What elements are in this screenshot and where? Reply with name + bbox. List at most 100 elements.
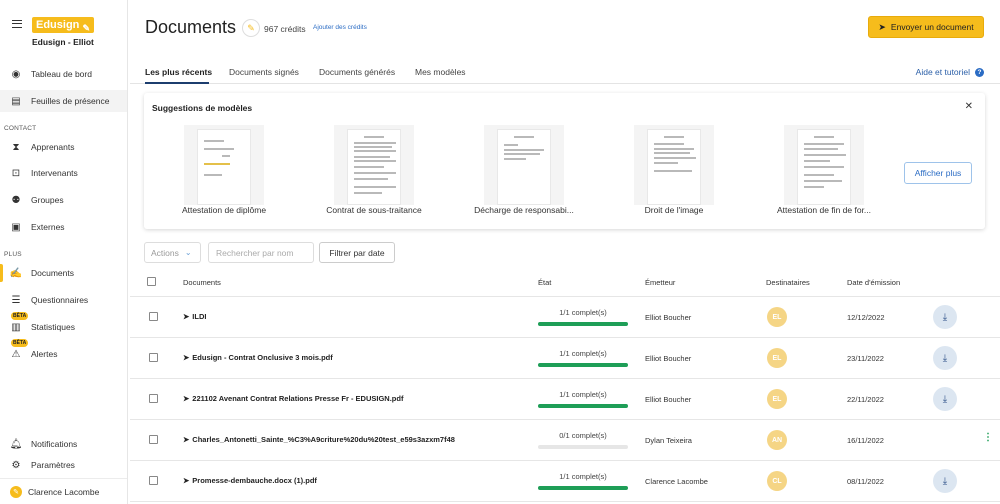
table-row[interactable]: ➤ 221102 Avenant Contrat Relations Presse… (130, 379, 1000, 420)
sidebar-item-label: Notifications (31, 439, 78, 449)
document-name[interactable]: ➤ ILDI (183, 312, 206, 321)
row-checkbox[interactable] (149, 476, 158, 485)
sidebar-item-label: Groupes (31, 195, 64, 205)
sidebar-item-statistics[interactable]: ▥ Statistiques (0, 316, 127, 338)
row-checkbox[interactable] (149, 353, 158, 362)
document-name[interactable]: ➤ 221102 Avenant Contrat Relations Presse… (183, 394, 403, 403)
tab-templates[interactable]: Mes modèles (415, 67, 466, 77)
active-tab-indicator (145, 82, 209, 84)
download-button[interactable]: ⤓ (933, 387, 957, 411)
document-name[interactable]: ➤ Charles_Antonetti_Sainte_%C3%A9criture%… (183, 435, 455, 444)
download-button[interactable]: ⤓ (933, 469, 957, 493)
sidebar-item-label: Documents (31, 268, 74, 278)
download-button[interactable]: ⤓ (933, 305, 957, 329)
column-header-date[interactable]: Date d'émission (847, 278, 900, 287)
issue-date: 23/11/2022 (847, 354, 884, 363)
progress-bar (538, 445, 628, 449)
document-name[interactable]: ➤ Promesse-dembauche.docx (1).pdf (183, 476, 317, 485)
help-link[interactable]: Aide et tutoriel? (916, 67, 984, 77)
tab-signed[interactable]: Documents signés (229, 67, 299, 77)
row-checkbox[interactable] (149, 394, 158, 403)
issue-date: 08/11/2022 (847, 477, 884, 486)
table-row[interactable]: ➤ Edusign - Contrat Onclusive 3 mois.pdf … (130, 338, 1000, 379)
sidebar-item-settings[interactable]: ⚙ Paramètres (0, 454, 127, 476)
close-icon[interactable]: ✕ (965, 101, 973, 112)
more-options-icon[interactable]: ⋮ (983, 432, 993, 443)
template-label[interactable]: Attestation de diplôme (154, 205, 294, 215)
table-row[interactable]: ➤ Charles_Antonetti_Sainte_%C3%A9criture%… (130, 420, 1000, 461)
template-thumbnail[interactable] (634, 125, 714, 205)
avatar[interactable]: EL (767, 348, 787, 368)
document-name[interactable]: ➤ Edusign - Contrat Onclusive 3 mois.pdf (183, 353, 333, 362)
sidebar-item-label: Apprenants (31, 142, 75, 152)
search-input[interactable] (208, 242, 314, 263)
sidebar-item-alerts[interactable]: ⚠ Alertes (0, 343, 127, 365)
template-suggestions-card: Suggestions de modèles ✕ Attestation de … (144, 93, 985, 229)
template-thumbnail[interactable] (184, 125, 264, 205)
sidebar-item-label: Tableau de bord (31, 69, 92, 79)
globe-icon: ◉ (11, 68, 21, 80)
document-icon: ▤ (11, 95, 21, 107)
tab-generated[interactable]: Documents générés (319, 67, 395, 77)
avatar[interactable]: CL (767, 471, 787, 491)
sender: Dylan Teixeira (645, 436, 692, 445)
avatar[interactable]: EL (767, 389, 787, 409)
send-document-button[interactable]: ➤ Envoyer un document (868, 16, 984, 38)
paper-plane-icon: ➤ (183, 476, 190, 485)
column-header-documents[interactable]: Documents (183, 278, 221, 287)
logo[interactable]: Edusign ✎ (32, 17, 94, 33)
table-row[interactable]: ➤ Promesse-dembauche.docx (1).pdf 1/1 com… (130, 461, 1000, 502)
column-header-status[interactable]: État (538, 278, 551, 287)
template-thumbnail[interactable] (784, 125, 864, 205)
row-checkbox[interactable] (149, 312, 158, 321)
template-thumbnail[interactable] (334, 125, 414, 205)
document-name-text: Promesse-dembauche.docx (1).pdf (192, 476, 317, 485)
paper-plane-icon: ➤ (183, 394, 190, 403)
pen-icon: ✎ (10, 485, 22, 498)
actions-dropdown[interactable]: Actions ⌄ (144, 242, 201, 263)
template-thumbnail[interactable] (484, 125, 564, 205)
sidebar-item-notifications[interactable]: 🔔︎ Notifications (0, 433, 127, 455)
user-menu[interactable]: ✎ Clarence Lacombe (0, 478, 127, 504)
sidebar-item-learners[interactable]: ⧗ Apprenants (0, 136, 127, 158)
sidebar-item-dashboard[interactable]: ◉ Tableau de bord (0, 63, 127, 85)
sidebar-item-attendance[interactable]: ▤ Feuilles de présence (0, 90, 127, 112)
table-row[interactable]: ➤ ILDI 1/1 complet(s) Elliot Boucher EL 1… (130, 297, 1000, 338)
progress-bar (538, 486, 628, 490)
sidebar-item-questionnaires[interactable]: ☰ Questionnaires (0, 289, 127, 311)
sidebar-item-documents[interactable]: ✍ Documents (0, 262, 127, 284)
tab-recent[interactable]: Les plus récents (145, 67, 212, 77)
suggestions-title: Suggestions de modèles (152, 103, 253, 113)
organization-name: Edusign - Elliot (32, 37, 94, 47)
sidebar-item-externals[interactable]: ▣ Externes (0, 216, 127, 238)
status-text: 0/1 complet(s) (559, 431, 607, 440)
help-link-label: Aide et tutoriel (915, 67, 970, 77)
sidebar-item-label: Questionnaires (31, 295, 89, 305)
issue-date: 12/12/2022 (847, 313, 885, 322)
template-label[interactable]: Droit de l'image (604, 205, 744, 215)
progress-fill (538, 322, 628, 326)
select-all-checkbox[interactable] (147, 277, 156, 286)
column-header-recipients[interactable]: Destinataires (766, 278, 810, 287)
template-label[interactable]: Décharge de responsabi... (454, 205, 594, 215)
download-button[interactable]: ⤓ (933, 346, 957, 370)
add-credits-link[interactable]: Ajouter des crédits (313, 24, 367, 31)
avatar[interactable]: AN (767, 430, 787, 450)
progress-bar (538, 404, 628, 408)
progress-bar (538, 363, 628, 367)
template-label[interactable]: Attestation de fin de for... (754, 205, 894, 215)
row-checkbox[interactable] (149, 435, 158, 444)
column-header-sender[interactable]: Émetteur (645, 278, 675, 287)
sender: Elliot Boucher (645, 313, 692, 322)
sidebar-item-label: Paramètres (31, 460, 75, 470)
hamburger-menu-icon[interactable] (12, 20, 22, 28)
paper-plane-icon: ➤ (183, 353, 190, 362)
sidebar-item-groups[interactable]: ⚉ Groupes (0, 189, 127, 211)
template-label[interactable]: Contrat de sous-traitance (304, 205, 444, 215)
date-filter-button[interactable]: Filtrer par date (319, 242, 395, 263)
sidebar-item-speakers[interactable]: ⊡ Intervenants (0, 162, 127, 184)
show-more-button[interactable]: Afficher plus (904, 162, 972, 184)
section-contact: CONTACT (4, 125, 37, 132)
avatar[interactable]: EL (767, 307, 787, 327)
gear-icon: ⚙ (11, 459, 21, 471)
